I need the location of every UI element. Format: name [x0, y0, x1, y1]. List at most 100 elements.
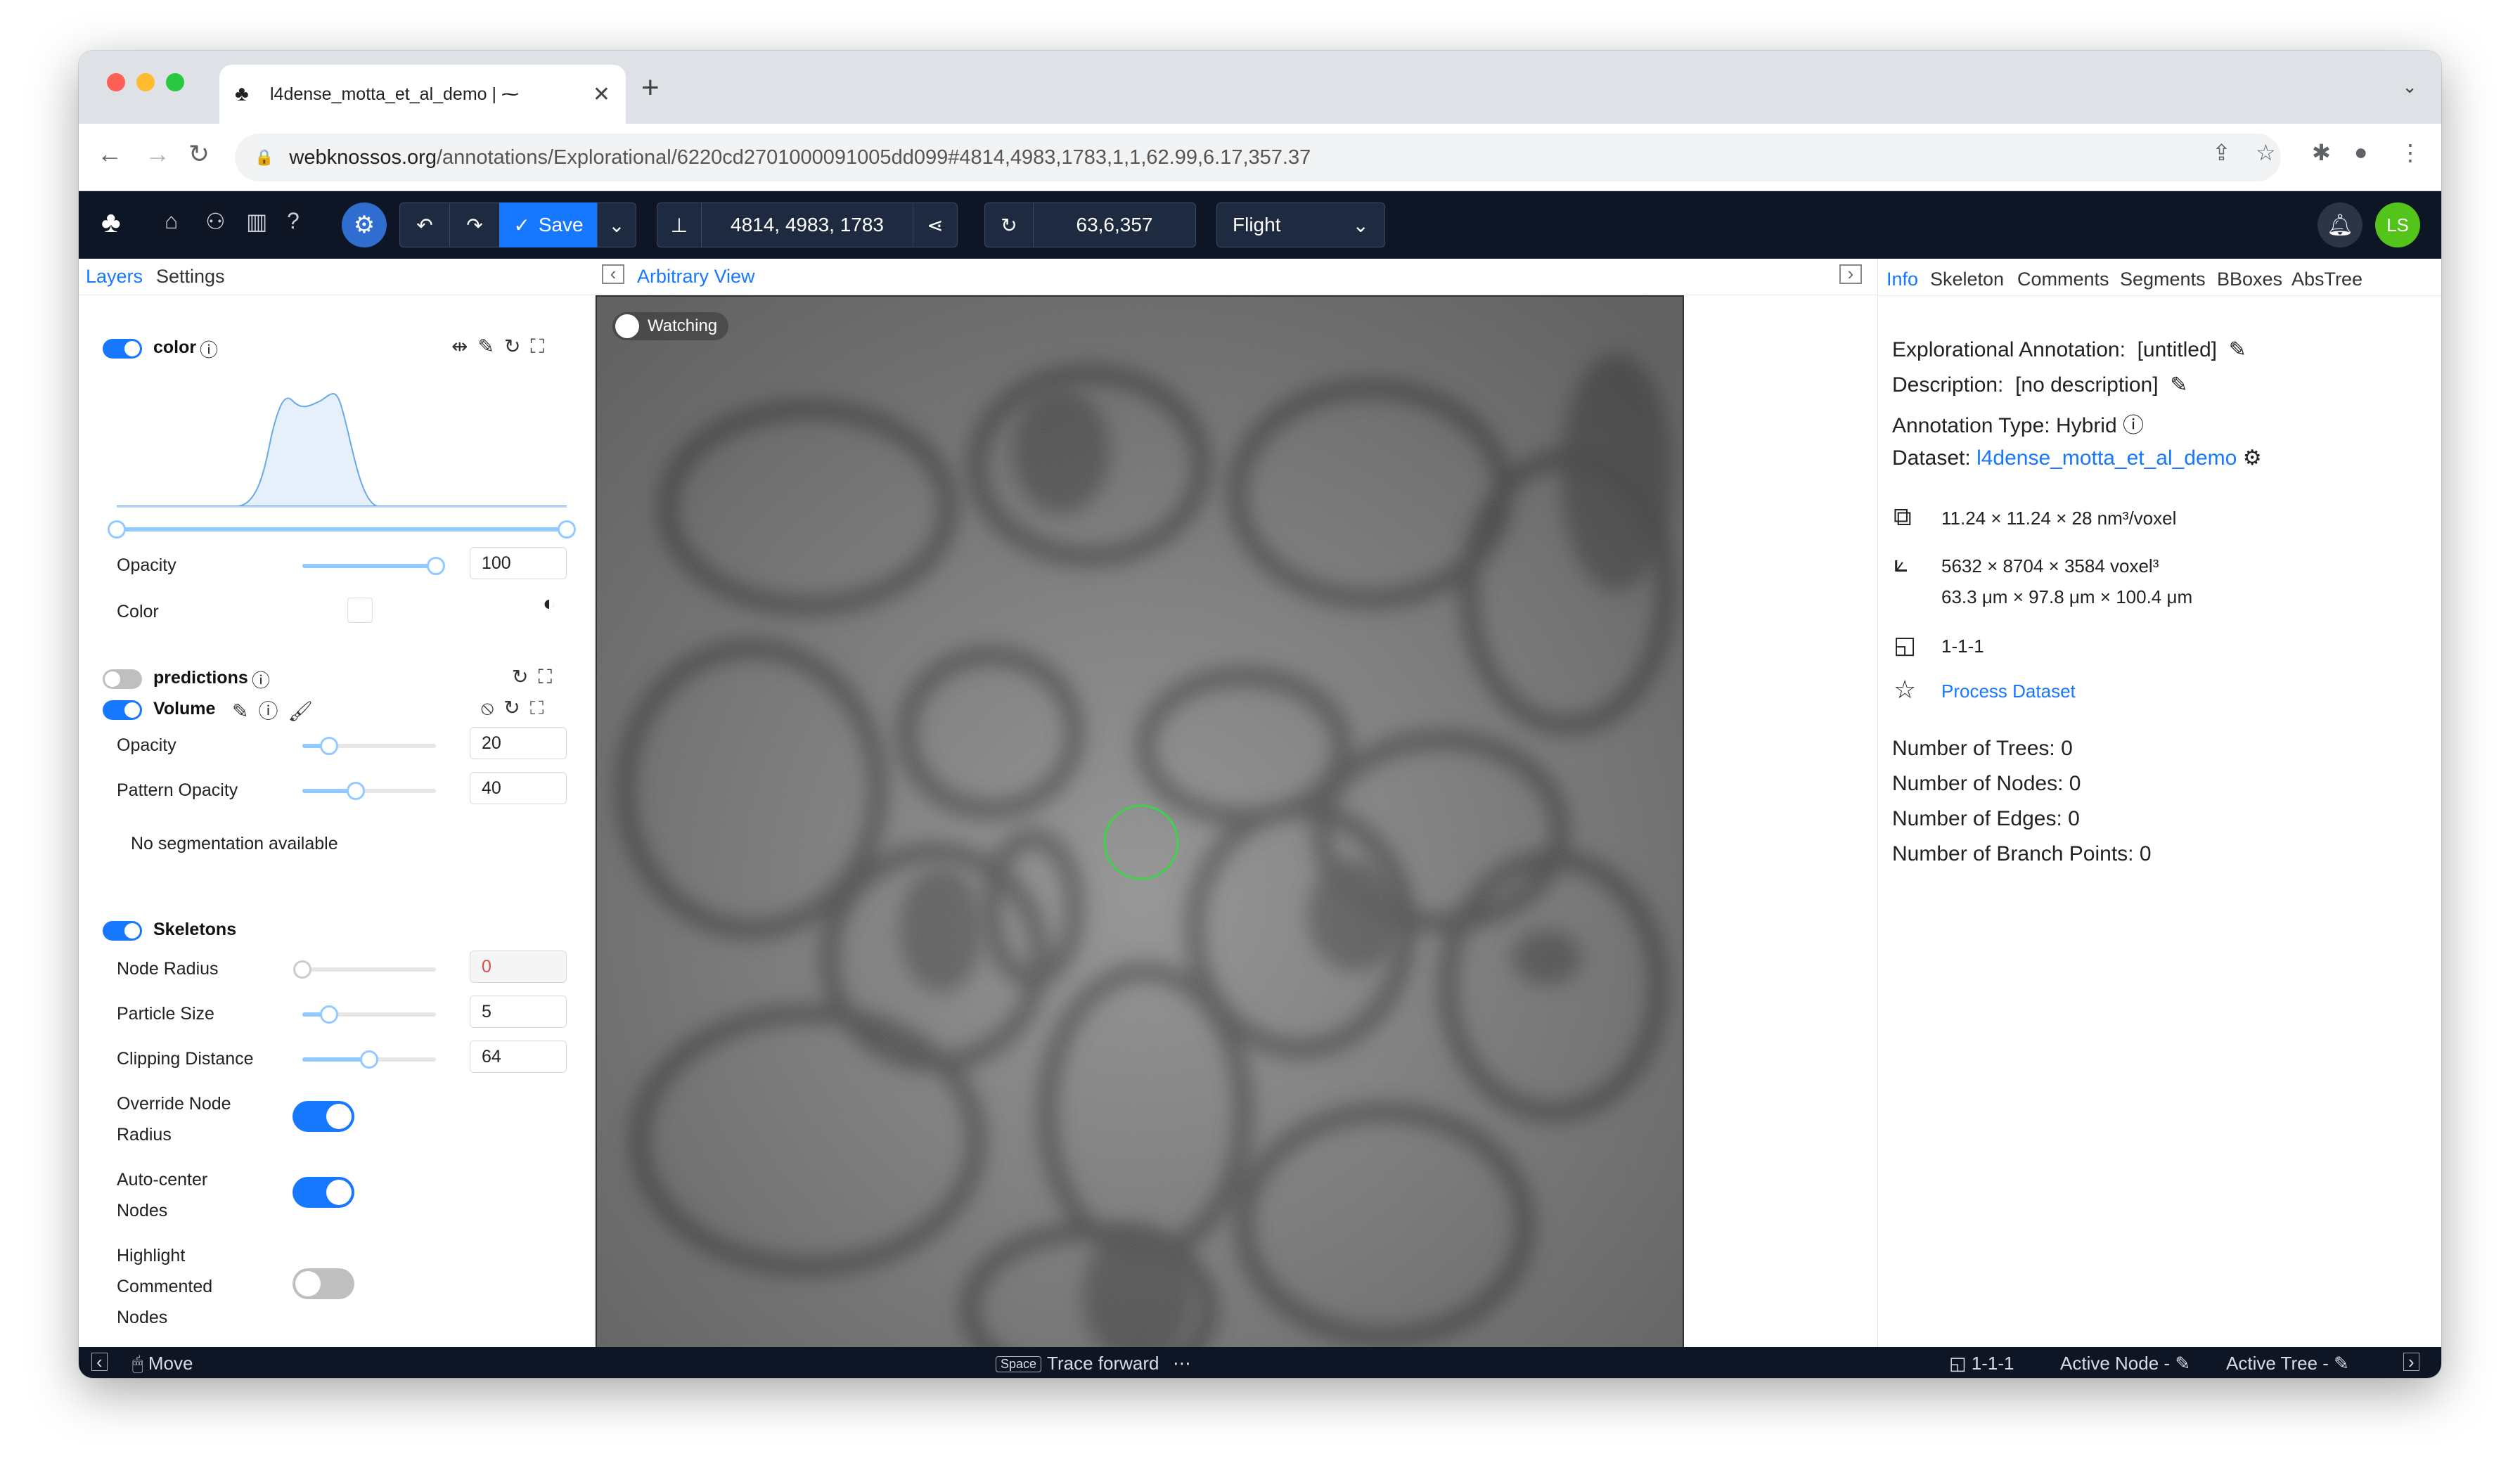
webknossos-logo-icon[interactable]: ♣	[101, 205, 121, 239]
clipping-distance-slider[interactable]	[302, 1050, 436, 1069]
pin-position-button[interactable]: ⊥	[657, 202, 702, 247]
share-icon[interactable]: ⇪	[2212, 139, 2231, 166]
profile-icon[interactable]: ●	[2354, 139, 2367, 165]
autocenter-switch[interactable]	[292, 1177, 354, 1208]
color-opacity-slider[interactable]	[302, 557, 445, 575]
skeletons-toggle[interactable]	[103, 921, 142, 941]
tab-info[interactable]: Info	[1886, 269, 1918, 290]
range-min-knob[interactable]	[108, 520, 126, 539]
save-button[interactable]: ✓ Save	[499, 202, 598, 247]
fit-bounds-icon[interactable]: ⛶	[530, 335, 554, 357]
browser-menu-icon[interactable]: ⋮	[2399, 139, 2422, 166]
reload-icon[interactable]: ↻	[504, 335, 530, 357]
invert-color-icon[interactable]: ◐	[543, 592, 555, 616]
undo-button[interactable]: ↶	[399, 202, 450, 247]
tab-skeleton[interactable]: Skeleton	[1930, 269, 2004, 290]
minimize-window-button[interactable]	[136, 73, 155, 91]
collapse-right-icon[interactable]: ›	[1839, 264, 1862, 284]
edit-icon[interactable]: ✎	[232, 700, 258, 722]
bookmark-star-icon[interactable]: ☆	[2256, 139, 2276, 166]
statistics-icon[interactable]: ▥	[246, 208, 267, 235]
edit-name-icon[interactable]: ✎	[2229, 338, 2246, 361]
notifications-bell-button[interactable]: 🔔︎	[2318, 202, 2362, 247]
disable-icon[interactable]: ⦸	[481, 697, 503, 719]
histogram-range-slider[interactable]	[108, 520, 576, 539]
predictions-layer-toggle[interactable]	[103, 669, 142, 689]
dataset-link[interactable]: l4dense_motta_et_al_demo	[1976, 446, 2237, 470]
dataset-settings-icon[interactable]: ⚙	[2243, 446, 2262, 470]
save-dropdown-button[interactable]: ⌄	[597, 202, 636, 247]
back-icon[interactable]: ←	[97, 139, 122, 169]
star-icon: ☆	[1894, 675, 1917, 704]
arbitrary-viewport[interactable]: Watching	[596, 295, 1684, 1378]
reset-rotation-button[interactable]: ↻	[984, 202, 1034, 247]
user-avatar[interactable]: LS	[2375, 202, 2420, 247]
branchpoints-count: Number of Branch Points: 0	[1892, 842, 2152, 865]
browser-tab[interactable]: ♣ l4dense_motta_et_al_demo | ⁓ ✕	[219, 65, 626, 124]
browser-window: ♣ l4dense_motta_et_al_demo | ⁓ ✕ + ⌄ ← →…	[79, 51, 2441, 1378]
color-opacity-input[interactable]: 100	[470, 547, 567, 579]
tab-settings[interactable]: Settings	[156, 266, 225, 288]
volume-opacity-slider[interactable]	[302, 737, 436, 755]
range-max-knob[interactable]	[558, 520, 576, 539]
help-icon[interactable]: ?	[287, 208, 300, 234]
more-hints-icon[interactable]: ⋯	[1173, 1353, 1191, 1374]
view-mode-select[interactable]: Flight ⌄	[1216, 202, 1385, 247]
collapse-left-icon[interactable]: ‹	[602, 264, 624, 284]
home-icon[interactable]: ⌂	[165, 208, 178, 234]
node-radius-slider[interactable]	[293, 960, 436, 979]
tab-segments[interactable]: Segments	[2120, 269, 2206, 290]
check-icon: ✓	[513, 214, 530, 236]
color-opacity-label: Opacity	[117, 555, 176, 575]
extensions-icon[interactable]: ✱	[2312, 139, 2331, 166]
particle-size-input[interactable]: 5	[470, 995, 567, 1028]
edit-icon[interactable]: ✎	[2334, 1353, 2349, 1374]
edit-description-icon[interactable]: ✎	[2170, 373, 2187, 397]
volume-opacity-input[interactable]: 20	[470, 727, 567, 759]
edit-icon[interactable]: ✎	[477, 335, 503, 357]
tab-bboxes[interactable]: BBoxes	[2217, 269, 2282, 290]
reload-icon[interactable]: ↻	[503, 697, 529, 719]
pattern-opacity-input[interactable]: 40	[470, 772, 567, 804]
fit-bounds-icon[interactable]: ⛶	[530, 697, 554, 719]
share-position-button[interactable]: ⋖	[913, 202, 958, 247]
predictions-layer-name: predictions	[153, 668, 248, 688]
pattern-opacity-slider[interactable]	[302, 782, 436, 800]
fit-bounds-icon[interactable]: ⛶	[538, 666, 562, 688]
tab-comments[interactable]: Comments	[2017, 269, 2109, 290]
particle-size-slider[interactable]	[302, 1005, 436, 1024]
edit-icon[interactable]: ✎	[2175, 1353, 2190, 1374]
address-bar[interactable]: 🔒 webknossos.org/annotations/Exploration…	[235, 134, 2281, 181]
close-window-button[interactable]	[107, 73, 125, 91]
settings-gear-button[interactable]: ⚙	[342, 202, 387, 247]
tab-search-icon[interactable]: ⌄	[2402, 76, 2417, 98]
collapse-right-status-icon[interactable]: ›	[2403, 1353, 2419, 1371]
tab-abstree[interactable]: AbsTree	[2291, 269, 2362, 290]
voxel-size-icon: ⧉	[1894, 502, 1912, 531]
close-tab-icon[interactable]: ✕	[593, 82, 610, 107]
volume-actions: ⦸↻⛶	[481, 696, 553, 720]
collapse-left-status-icon[interactable]: ‹	[91, 1353, 108, 1371]
forward-icon[interactable]: →	[145, 139, 170, 169]
maximize-window-button[interactable]	[166, 73, 184, 91]
position-input[interactable]: 4814, 4983, 1783	[701, 202, 913, 247]
process-dataset-link[interactable]: Process Dataset	[1941, 681, 2076, 702]
clipping-distance-input[interactable]: 64	[470, 1040, 567, 1073]
override-radius-switch[interactable]	[292, 1101, 354, 1132]
highlight-commented-switch[interactable]	[292, 1268, 354, 1299]
redo-button[interactable]: ↷	[449, 202, 500, 247]
tab-layers[interactable]: Layers	[86, 266, 143, 288]
particle-size-label: Particle Size	[117, 1004, 214, 1024]
watching-toggle[interactable]: Watching	[612, 312, 729, 340]
reload-icon[interactable]: ↻	[512, 666, 538, 688]
node-radius-input[interactable]: 0	[470, 951, 567, 983]
clip-histogram-icon[interactable]: ⇹	[451, 335, 477, 357]
color-swatch[interactable]	[347, 598, 373, 623]
color-layer-toggle[interactable]	[103, 339, 142, 359]
volume-layer-toggle[interactable]	[103, 700, 142, 720]
reload-icon[interactable]: ↻	[188, 139, 210, 169]
predictions-actions: ↻⛶	[512, 665, 562, 689]
new-tab-icon[interactable]: +	[641, 70, 660, 105]
users-icon[interactable]: ⚇	[205, 208, 226, 235]
rotation-input[interactable]: 63,6,357	[1033, 202, 1196, 247]
